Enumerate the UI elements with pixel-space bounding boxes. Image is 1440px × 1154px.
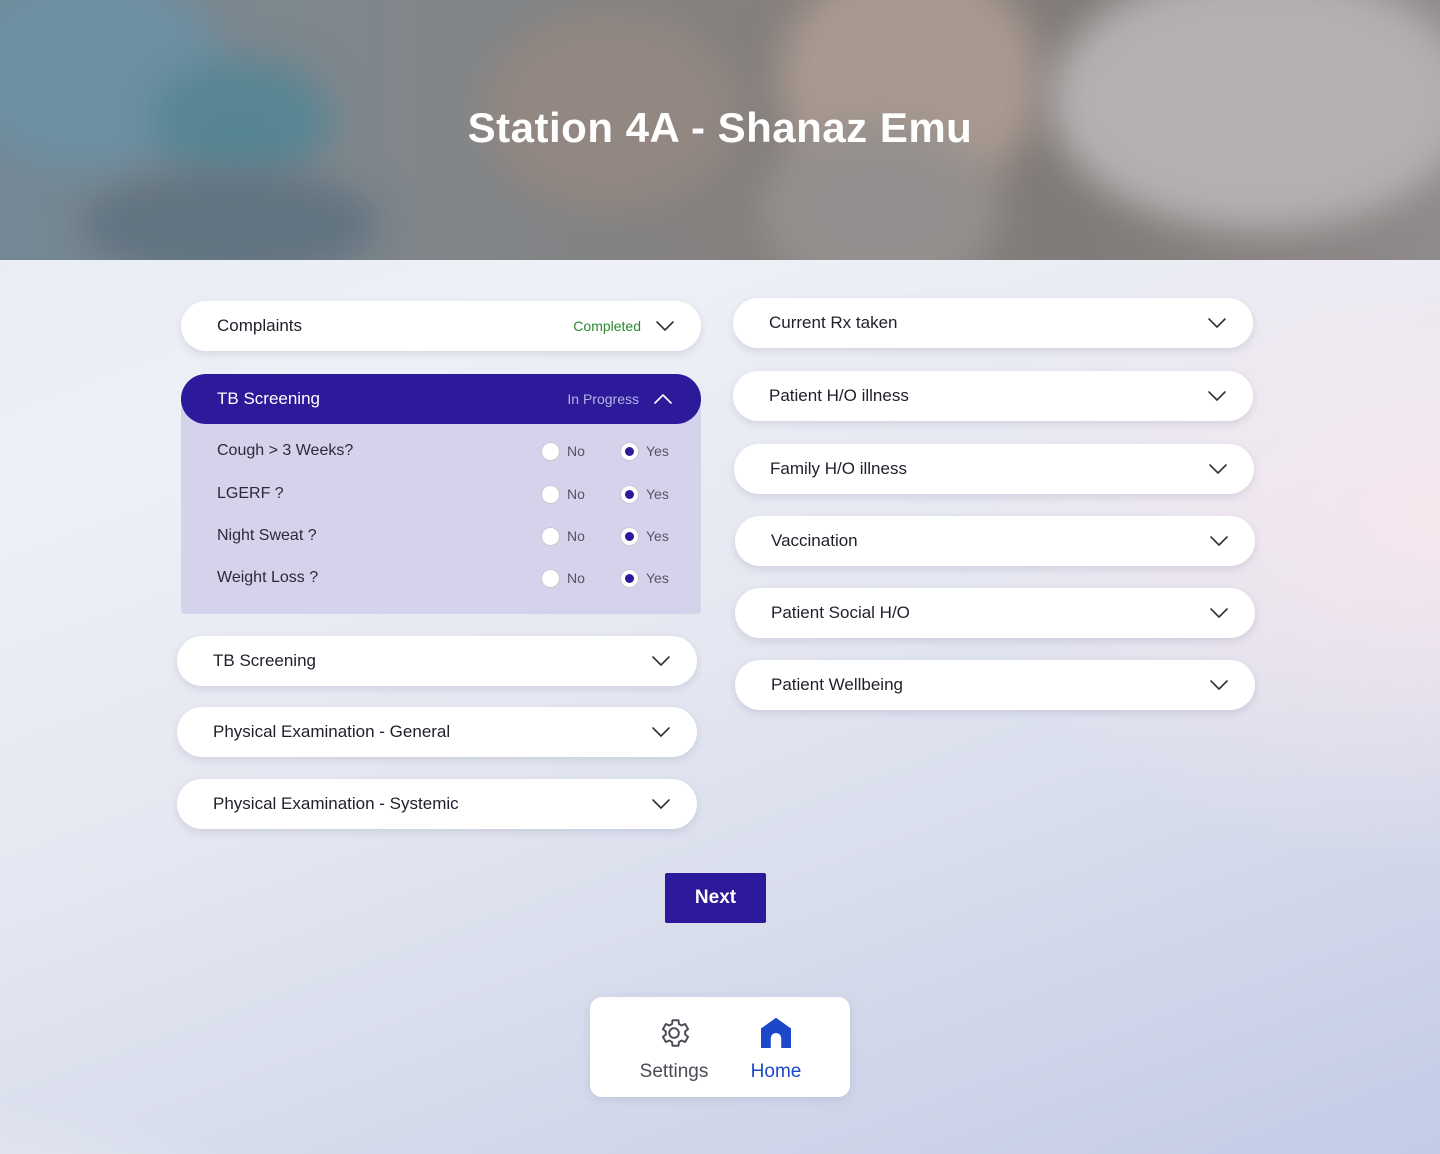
section-label: Family H/O illness xyxy=(770,459,907,478)
radio-option-yes[interactable]: Yes xyxy=(620,484,677,504)
chevron-down-icon xyxy=(1209,464,1227,474)
hero-banner: Station 4A - Shanaz Emu xyxy=(0,0,1440,260)
status-badge: In Progress xyxy=(567,391,639,407)
section-current-rx[interactable]: Current Rx taken xyxy=(733,298,1253,348)
radio-label: No xyxy=(567,570,585,586)
radio-button-selected[interactable] xyxy=(620,526,639,546)
section-tb-screening[interactable]: TB Screening xyxy=(177,636,697,686)
radio-button-selected[interactable] xyxy=(620,441,639,461)
question-row: Weight Loss ? No Yes xyxy=(217,566,677,590)
radio-label: Yes xyxy=(646,486,669,502)
radio-dot xyxy=(625,446,634,456)
section-physical-general[interactable]: Physical Examination - General xyxy=(177,707,697,757)
nav-label-settings: Settings xyxy=(639,1061,709,1082)
question-label: Weight Loss ? xyxy=(217,569,319,586)
chevron-down-icon xyxy=(656,321,674,331)
section-label: Physical Examination - Systemic xyxy=(213,794,459,813)
section-label: Patient Wellbeing xyxy=(771,675,903,694)
home-icon xyxy=(761,1017,791,1048)
question-label: LGERF ? xyxy=(217,485,284,502)
radio-dot xyxy=(625,573,634,583)
section-physical-systemic[interactable]: Physical Examination - Systemic xyxy=(177,779,697,829)
question-label: Cough > 3 Weeks? xyxy=(217,442,354,459)
chevron-down-icon xyxy=(1210,680,1228,690)
radio-button-selected[interactable] xyxy=(620,568,639,588)
bottom-nav: Settings Home xyxy=(590,997,850,1097)
gear-icon xyxy=(661,1019,690,1047)
chevron-down-icon xyxy=(652,799,670,809)
radio-button[interactable] xyxy=(541,441,560,461)
question-row: Night Sweat ? No Yes xyxy=(217,524,677,548)
radio-option-yes[interactable]: Yes xyxy=(620,568,677,588)
radio-button-selected[interactable] xyxy=(620,484,639,504)
question-label: Night Sweat ? xyxy=(217,527,317,544)
radio-button[interactable] xyxy=(541,568,560,588)
next-button[interactable]: Next xyxy=(665,873,766,923)
radio-label: Yes xyxy=(646,528,669,544)
section-label: TB Screening xyxy=(213,651,316,670)
section-label: Current Rx taken xyxy=(769,313,898,332)
section-header-tb-screening[interactable]: TB Screening In Progress xyxy=(181,374,701,424)
radio-button[interactable] xyxy=(541,484,560,504)
section-label: Patient H/O illness xyxy=(769,386,909,405)
radio-option-no[interactable]: No xyxy=(541,526,620,546)
radio-option-no[interactable]: No xyxy=(541,441,620,461)
section-family-illness-history[interactable]: Family H/O illness xyxy=(734,444,1254,494)
radio-dot xyxy=(625,489,634,499)
section-label: Vaccination xyxy=(771,531,858,550)
chevron-down-icon xyxy=(652,727,670,737)
section-label: Patient Social H/O xyxy=(771,603,910,622)
radio-option-no[interactable]: No xyxy=(541,484,620,504)
section-complaints[interactable]: Complaints Completed xyxy=(181,301,701,351)
nav-item-settings[interactable]: Settings xyxy=(630,1015,718,1083)
chevron-down-icon xyxy=(1210,608,1228,618)
page-title: Station 4A - Shanaz Emu xyxy=(467,104,973,151)
section-tb-screening-expanded: TB Screening In Progress Cough > 3 Weeks… xyxy=(181,374,701,614)
nav-label-home: Home xyxy=(750,1061,802,1082)
radio-label: No xyxy=(567,443,585,459)
question-row: LGERF ? No Yes xyxy=(217,482,677,506)
nav-item-home[interactable]: Home xyxy=(740,1015,812,1083)
radio-label: No xyxy=(567,486,585,502)
chevron-down-icon xyxy=(1208,318,1226,328)
chevron-up-icon xyxy=(654,394,672,404)
radio-label: Yes xyxy=(646,570,669,586)
radio-button[interactable] xyxy=(541,526,560,546)
section-social-history[interactable]: Patient Social H/O xyxy=(735,588,1255,638)
chevron-down-icon xyxy=(1208,391,1226,401)
section-label: TB Screening xyxy=(217,389,320,408)
status-badge: Completed xyxy=(573,318,641,334)
radio-option-no[interactable]: No xyxy=(541,568,620,588)
radio-label: No xyxy=(567,528,585,544)
radio-option-yes[interactable]: Yes xyxy=(620,526,677,546)
radio-label: Yes xyxy=(646,443,669,459)
chevron-down-icon xyxy=(1210,536,1228,546)
section-patient-illness-history[interactable]: Patient H/O illness xyxy=(733,371,1253,421)
section-label: Complaints xyxy=(217,316,303,335)
radio-option-yes[interactable]: Yes xyxy=(620,441,677,461)
question-row: Cough > 3 Weeks? No Yes xyxy=(217,439,677,463)
section-vaccination[interactable]: Vaccination xyxy=(735,516,1255,566)
section-label: Physical Examination - General xyxy=(213,722,451,741)
radio-dot xyxy=(625,531,634,541)
section-wellbeing[interactable]: Patient Wellbeing xyxy=(735,660,1255,710)
chevron-down-icon xyxy=(652,656,670,666)
